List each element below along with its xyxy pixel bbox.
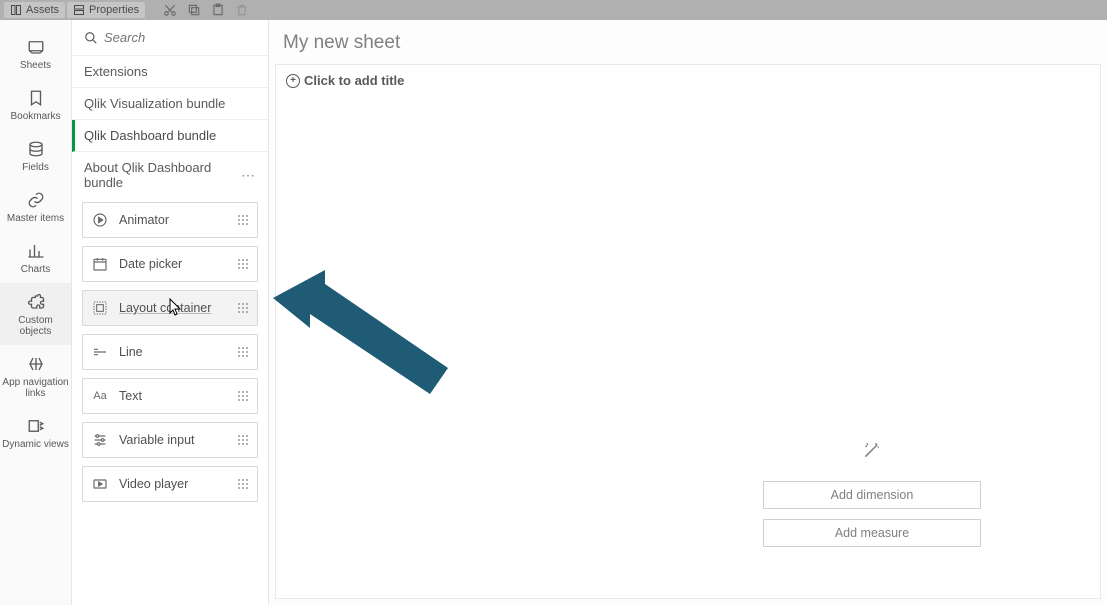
sheets-icon: [27, 38, 45, 56]
rail-bookmarks[interactable]: Bookmarks: [0, 79, 71, 130]
grip-icon: [237, 434, 249, 446]
top-toolbar: Assets Properties: [0, 0, 1107, 20]
calendar-icon: [91, 255, 109, 273]
rail-label: Fields: [22, 162, 49, 173]
search-input[interactable]: [104, 30, 258, 45]
grip-icon: [237, 346, 249, 358]
properties-label: Properties: [89, 4, 139, 16]
ext-label: Layout container: [119, 301, 227, 315]
grip-icon: [237, 478, 249, 490]
ext-label: Animator: [119, 213, 227, 227]
line-icon: [91, 343, 109, 361]
copy-icon[interactable]: [183, 2, 205, 18]
add-dimension-button[interactable]: Add dimension: [763, 481, 981, 509]
ext-label: Date picker: [119, 257, 227, 271]
extension-list: Animator Date picker Layout container: [72, 194, 268, 510]
extensions-header[interactable]: Extensions: [72, 56, 268, 88]
delete-icon[interactable]: [231, 2, 253, 18]
play-icon: [91, 211, 109, 229]
rail-app-nav-links[interactable]: App navigation links: [0, 345, 71, 407]
about-label: About Qlik Dashboard bundle: [84, 160, 241, 190]
rail-fields[interactable]: Fields: [0, 130, 71, 181]
text-icon: Aa: [91, 387, 109, 405]
ext-animator[interactable]: Animator: [82, 202, 258, 238]
rail-custom-objects[interactable]: Custom objects: [0, 283, 71, 345]
rail-charts[interactable]: Charts: [0, 232, 71, 283]
rail-dynamic-views[interactable]: Dynamic views: [0, 407, 71, 458]
viz-bundle-header[interactable]: Qlik Visualization bundle: [72, 88, 268, 120]
add-measure-button[interactable]: Add measure: [763, 519, 981, 547]
canvas: My new sheet + Click to add title Add di…: [269, 20, 1107, 605]
rail-label: Dynamic views: [2, 439, 69, 450]
about-bundle-header[interactable]: About Qlik Dashboard bundle ⋯: [72, 152, 268, 194]
navlink-icon: [27, 355, 45, 373]
rail-label: Master items: [7, 213, 64, 224]
add-title-button[interactable]: + Click to add title: [276, 65, 1100, 96]
grip-icon: [237, 258, 249, 270]
ext-line[interactable]: Line: [82, 334, 258, 370]
rail-master-items[interactable]: Master items: [0, 181, 71, 232]
rail-sheets[interactable]: Sheets: [0, 28, 71, 79]
rail-label: Sheets: [20, 60, 51, 71]
search-icon: [84, 31, 98, 45]
ext-label: Variable input: [119, 433, 227, 447]
dashboard-bundle-header[interactable]: Qlik Dashboard bundle: [72, 120, 268, 152]
chart-icon: [27, 242, 45, 260]
video-icon: [91, 475, 109, 493]
assets-label: Assets: [26, 4, 59, 16]
ext-label: Video player: [119, 477, 227, 491]
ext-variable-input[interactable]: Variable input: [82, 422, 258, 458]
search-row: [72, 20, 268, 56]
puzzle-icon: [27, 293, 45, 311]
ext-label: Line: [119, 345, 227, 359]
rail-label: Bookmarks: [10, 111, 60, 122]
left-rail: Sheets Bookmarks Fields Master items Cha…: [0, 20, 72, 605]
grip-icon: [237, 302, 249, 314]
ext-layout-container[interactable]: Layout container: [82, 290, 258, 326]
grip-icon: [237, 390, 249, 402]
grip-icon: [237, 214, 249, 226]
ext-date-picker[interactable]: Date picker: [82, 246, 258, 282]
ext-text[interactable]: Aa Text: [82, 378, 258, 414]
rail-label: App navigation links: [2, 377, 69, 399]
cut-icon[interactable]: [159, 2, 181, 18]
ext-video-player[interactable]: Video player: [82, 466, 258, 502]
sliders-icon: [91, 431, 109, 449]
properties-tab[interactable]: Properties: [67, 2, 145, 18]
sheet-title: My new sheet: [269, 20, 1107, 60]
more-icon[interactable]: ⋯: [241, 167, 256, 184]
assets-tab[interactable]: Assets: [4, 2, 65, 18]
asset-panel: Extensions Qlik Visualization bundle Qli…: [72, 20, 269, 605]
rail-label: Charts: [21, 264, 50, 275]
dynviews-icon: [27, 417, 45, 435]
db-icon: [27, 140, 45, 158]
link-icon: [27, 191, 45, 209]
bookmark-icon: [27, 89, 45, 107]
layout-icon: [91, 299, 109, 317]
paste-icon[interactable]: [207, 2, 229, 18]
sheet-actions: Add dimension Add measure: [757, 440, 987, 547]
add-title-label: Click to add title: [304, 73, 404, 88]
wand-icon[interactable]: [862, 440, 882, 465]
ext-label: Text: [119, 389, 227, 403]
plus-icon: +: [286, 74, 300, 88]
rail-label: Custom objects: [2, 315, 69, 337]
